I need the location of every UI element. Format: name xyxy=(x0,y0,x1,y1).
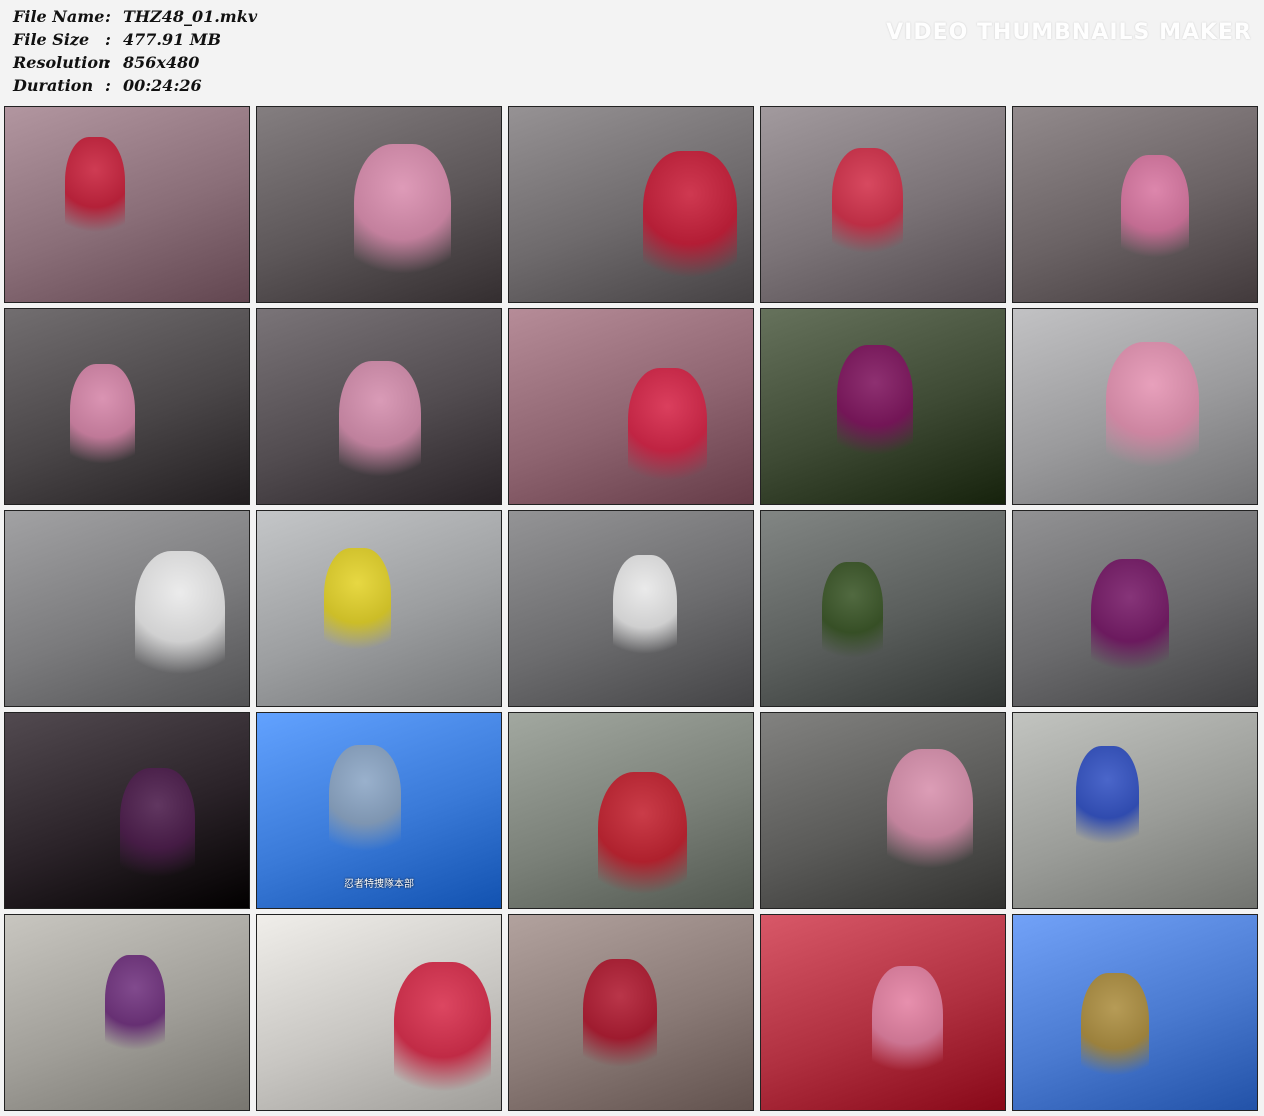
duration-label: Duration xyxy=(13,76,94,95)
thumbnail[interactable] xyxy=(760,106,1006,303)
thumbnail-figure xyxy=(832,148,903,269)
thumbnail-figure xyxy=(354,144,451,291)
thumbnail-subtitle: 忍者特捜隊本部 xyxy=(344,879,414,890)
thumbnail-figure xyxy=(613,555,677,669)
thumbnail-grid: 忍者特捜隊本部 xyxy=(4,106,1261,1112)
thumbnail-figure xyxy=(1091,559,1169,687)
thumbnail-figure xyxy=(887,749,973,885)
thumbnail[interactable] xyxy=(4,106,250,303)
thumbnail[interactable] xyxy=(4,712,250,909)
watermark: VIDEO THUMBNAILS MAKER xyxy=(886,20,1252,45)
duration-separator: : xyxy=(105,76,111,95)
thumbnail-figure xyxy=(1076,746,1139,859)
thumbnail[interactable] xyxy=(508,308,754,505)
thumbnail-figure xyxy=(643,151,737,295)
thumbnail-figure xyxy=(1121,155,1189,273)
thumbnail-figure xyxy=(135,551,225,691)
thumbnail[interactable] xyxy=(256,914,502,1111)
thumbnail-figure xyxy=(628,368,707,497)
thumbnail[interactable] xyxy=(1012,308,1258,505)
thumbnail-figure xyxy=(324,548,391,665)
thumbnail-figure xyxy=(1081,973,1149,1091)
thumbnail[interactable] xyxy=(256,308,502,505)
thumbnail-scene xyxy=(761,511,1005,706)
resolution-label: Resolution xyxy=(13,53,110,72)
thumbnail[interactable]: 忍者特捜隊本部 xyxy=(256,712,502,909)
thumbnail[interactable] xyxy=(4,308,250,505)
thumbnail[interactable] xyxy=(256,106,502,303)
thumbnail[interactable] xyxy=(1012,106,1258,303)
thumbnail[interactable] xyxy=(508,510,754,707)
thumbnail-figure xyxy=(339,361,421,493)
file-size-separator: : xyxy=(105,30,111,49)
thumbnail[interactable] xyxy=(508,914,754,1111)
file-name-separator: : xyxy=(105,7,111,26)
file-info-header: File Name : THZ48_01.mkv File Size : 477… xyxy=(0,0,1264,104)
thumbnail-figure xyxy=(329,745,401,867)
thumbnail-figure xyxy=(872,966,943,1087)
thumbnail-figure xyxy=(822,562,883,673)
thumbnail-figure xyxy=(837,345,913,471)
thumbnail-figure xyxy=(1106,342,1199,485)
resolution-separator: : xyxy=(105,53,111,72)
thumbnail[interactable] xyxy=(4,510,250,707)
thumbnail[interactable] xyxy=(1012,712,1258,909)
thumbnail-figure xyxy=(105,955,165,1065)
thumbnail-figure xyxy=(120,768,195,893)
file-size-label: File Size xyxy=(13,30,90,49)
thumbnail[interactable] xyxy=(4,914,250,1111)
thumbnail-figure xyxy=(394,962,491,1109)
thumbnail[interactable] xyxy=(1012,914,1258,1111)
thumbnail-figure xyxy=(65,137,125,247)
thumbnail[interactable] xyxy=(760,308,1006,505)
file-size-value: 477.91 MB xyxy=(123,30,222,49)
thumbnail-figure xyxy=(583,959,657,1083)
file-name-value: THZ48_01.mkv xyxy=(123,7,258,26)
resolution-value: 856x480 xyxy=(123,53,200,72)
thumbnail[interactable] xyxy=(760,712,1006,909)
thumbnail[interactable] xyxy=(760,510,1006,707)
thumbnail-scene xyxy=(5,107,249,302)
thumbnail[interactable] xyxy=(508,106,754,303)
file-name-label: File Name xyxy=(13,7,105,26)
contact-sheet: File Name : THZ48_01.mkv File Size : 477… xyxy=(0,0,1264,1116)
thumbnail[interactable] xyxy=(256,510,502,707)
thumbnail-figure xyxy=(70,364,135,479)
thumbnail[interactable] xyxy=(1012,510,1258,707)
thumbnail[interactable] xyxy=(508,712,754,909)
thumbnail-figure xyxy=(598,772,687,908)
thumbnail[interactable] xyxy=(760,914,1006,1111)
duration-value: 00:24:26 xyxy=(123,76,202,95)
